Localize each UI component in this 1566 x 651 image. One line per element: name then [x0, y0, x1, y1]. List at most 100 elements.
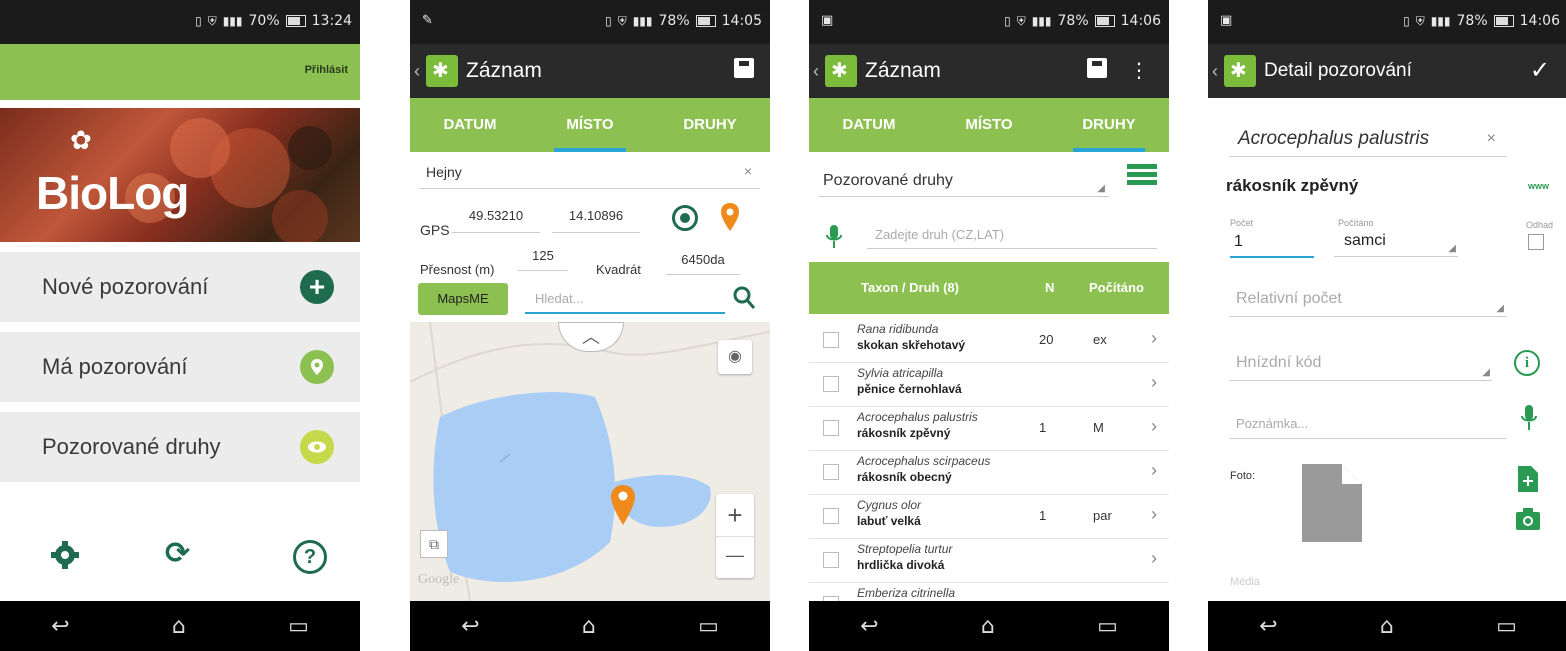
column-counted[interactable]: Počítáno: [1089, 280, 1144, 295]
estimate-checkbox[interactable]: [1528, 234, 1544, 250]
file-placeholder-icon[interactable]: [1302, 464, 1362, 547]
app-bar: ‹ Záznam ⋮: [809, 44, 1169, 98]
tab-species[interactable]: DRUHY: [1049, 98, 1169, 152]
settings-gear-icon[interactable]: [50, 540, 80, 575]
confirm-check-icon[interactable]: ✓: [1530, 56, 1550, 84]
layers-icon[interactable]: ⧉: [420, 530, 448, 558]
species-latin-field[interactable]: Acrocephalus palustris ×: [1230, 124, 1506, 157]
recent-apps-icon[interactable]: ▭: [1496, 614, 1517, 639]
microphone-icon[interactable]: [825, 224, 843, 255]
tab-place[interactable]: MÍSTO: [530, 98, 650, 152]
row-checkbox[interactable]: [823, 332, 839, 348]
table-row[interactable]: Acrocephalus scirpaceus rákosník obecný …: [809, 450, 1169, 495]
overflow-menu-icon[interactable]: ⋮: [1129, 58, 1149, 82]
add-file-icon[interactable]: [1518, 466, 1538, 497]
signal-icon: ▮▮▮: [222, 14, 243, 28]
map-search-input[interactable]: Hledat...: [525, 288, 725, 314]
info-icon[interactable]: i: [1514, 350, 1540, 376]
clear-icon[interactable]: ×: [1487, 130, 1496, 148]
column-taxon[interactable]: Taxon / Druh (8): [861, 280, 959, 295]
back-icon[interactable]: ↩: [1259, 614, 1277, 639]
search-icon[interactable]: [732, 285, 756, 316]
table-row[interactable]: Cygnus olor labuť velká 1 par ›: [809, 494, 1169, 539]
recent-apps-icon[interactable]: ▭: [698, 614, 719, 639]
nest-code-select[interactable]: Hnízdní kód ◢: [1230, 350, 1492, 381]
home-icon[interactable]: ⌂: [582, 614, 596, 639]
home-icon[interactable]: ⌂: [981, 614, 995, 639]
dropdown-icon: ◢: [1496, 303, 1504, 314]
gps-locate-icon[interactable]: [672, 205, 698, 231]
row-checkbox[interactable]: [823, 508, 839, 524]
menu-my-observations[interactable]: Má pozorování: [0, 332, 360, 402]
tab-species[interactable]: DRUHY: [650, 98, 770, 152]
back-chevron-icon[interactable]: ‹: [414, 61, 424, 82]
vibrate-icon: ▯: [195, 14, 202, 28]
back-chevron-icon[interactable]: ‹: [1212, 61, 1222, 82]
my-location-icon[interactable]: ◉: [718, 340, 752, 374]
login-link[interactable]: Přihlásit: [305, 64, 348, 76]
shield-icon: ⛨: [1415, 13, 1425, 28]
back-icon[interactable]: ↩: [51, 614, 69, 639]
gps-lon-input[interactable]: 14.10896: [552, 208, 640, 233]
counted-label: Počítáno: [1338, 218, 1374, 228]
row-checkbox[interactable]: [823, 464, 839, 480]
status-time: 14:05: [721, 13, 762, 29]
camera-icon[interactable]: [1516, 508, 1540, 535]
back-icon[interactable]: ↩: [461, 614, 479, 639]
accuracy-label: Přesnost (m): [420, 262, 495, 277]
tab-place[interactable]: MÍSTO: [929, 98, 1049, 152]
help-icon[interactable]: ?: [293, 540, 327, 574]
table-row[interactable]: Rana ridibunda skokan skřehotavý 20 ex ›: [809, 318, 1169, 363]
counted-select[interactable]: samci ◢: [1334, 230, 1458, 257]
accuracy-input[interactable]: 125: [518, 248, 568, 271]
species-filter-select[interactable]: Pozorované druhy ◢: [819, 166, 1109, 197]
recent-apps-icon[interactable]: ▭: [1097, 614, 1118, 639]
zoom-in-button[interactable]: +: [716, 494, 754, 536]
count-input[interactable]: 1: [1230, 230, 1314, 258]
species-list: Rana ridibunda skokan skřehotavý 20 ex ›…: [809, 318, 1169, 601]
zoom-out-button[interactable]: —: [716, 536, 754, 579]
map-view[interactable]: ︿ ◉ + — ⧉ Google: [410, 322, 770, 601]
menu-new-observation[interactable]: Nové pozorování +: [0, 252, 360, 322]
map-marker-icon[interactable]: [610, 484, 636, 531]
save-icon[interactable]: [1087, 58, 1107, 84]
banner-image: ✿ BioLog: [0, 108, 360, 242]
gps-lat-input[interactable]: 49.53210: [452, 208, 540, 233]
table-row[interactable]: Emberiza citrinella: [809, 582, 1169, 601]
tab-date[interactable]: DATUM: [410, 98, 530, 152]
place-input[interactable]: Hejny ×: [420, 160, 760, 189]
www-link[interactable]: www: [1528, 181, 1549, 191]
row-checkbox[interactable]: [823, 420, 839, 436]
app-bar: ‹ Záznam: [410, 44, 770, 98]
vibrate-icon: ▯: [1403, 14, 1410, 28]
clear-icon[interactable]: ×: [744, 163, 752, 179]
save-icon[interactable]: [734, 58, 754, 84]
back-icon[interactable]: ↩: [860, 614, 878, 639]
home-icon[interactable]: ⌂: [1380, 614, 1394, 639]
row-checkbox[interactable]: [823, 552, 839, 568]
back-chevron-icon[interactable]: ‹: [813, 61, 823, 82]
list-view-icon[interactable]: [1127, 164, 1157, 185]
estimate-label: Odhad: [1526, 220, 1554, 230]
quadrant-input[interactable]: 6450da: [666, 252, 740, 275]
table-row[interactable]: Sylvia atricapilla pěnice černohlavá ›: [809, 362, 1169, 407]
top-bar: Přihlásit: [0, 44, 360, 100]
battery-icon: [1493, 15, 1514, 27]
signal-icon: ▮▮▮: [1031, 14, 1052, 28]
relative-count-select[interactable]: Relativní počet ◢: [1230, 286, 1506, 317]
microphone-icon[interactable]: [1520, 404, 1538, 437]
map-watermark: Google: [418, 572, 460, 587]
recent-apps-icon[interactable]: ▭: [288, 614, 309, 639]
column-n[interactable]: N: [1045, 280, 1054, 295]
map-pin-icon[interactable]: [720, 202, 740, 237]
table-row[interactable]: Streptopelia turtur hrdlička divoká ›: [809, 538, 1169, 583]
mapsme-button[interactable]: MapsME: [418, 283, 508, 315]
sync-icon[interactable]: ⟳: [165, 536, 190, 571]
row-checkbox[interactable]: [823, 376, 839, 392]
table-row[interactable]: Acrocephalus palustris rákosník zpěvný 1…: [809, 406, 1169, 451]
note-input[interactable]: Poznámka...: [1230, 412, 1506, 439]
species-search-input[interactable]: Zadejte druh (CZ,LAT): [867, 224, 1157, 249]
tab-date[interactable]: DATUM: [809, 98, 929, 152]
menu-observed-species[interactable]: Pozorované druhy: [0, 412, 360, 482]
home-icon[interactable]: ⌂: [172, 614, 186, 639]
